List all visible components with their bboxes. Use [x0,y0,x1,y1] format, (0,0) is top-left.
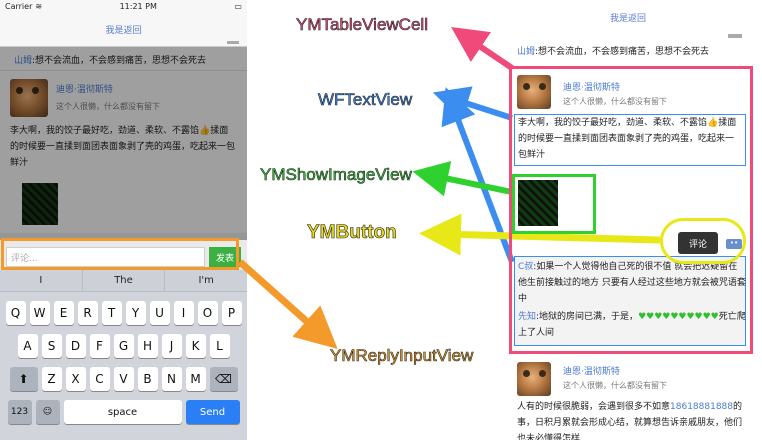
label-show-image-view: YMShowImageView [260,165,412,185]
phone-link[interactable]: 18618881888 [670,402,733,412]
nav-indicator [728,34,742,38]
comment-text: :想不会流血，不会感到痛苦，思想不会死去 [535,47,710,57]
avatar[interactable] [517,362,551,396]
post-text: 人有的时候很脆弱，会遇到很多不如意18618881888的事，日积月累就会形成心… [517,399,749,440]
user-signature: 这个人很懒，什么都没有留下 [563,381,667,390]
label-table-view-cell: YMTableViewCell [296,15,429,35]
label-text-view: WFTextView [318,90,413,110]
arrow-reply [237,259,338,349]
label-reply-input-view: YMReplyInputView [330,346,474,366]
arrow-imageview [412,161,513,197]
cell-highlight [509,66,753,354]
top-comment[interactable]: 山姆:想不会流血，不会感到痛苦，思想不会死去 [517,44,709,57]
label-button: YMButton [307,222,397,244]
right-preview: 我是返回 山姆:想不会流血，不会感到痛苦，思想不会死去 迪恩·温彻斯特 这个人很… [508,0,762,440]
comment-author[interactable]: 山姆 [517,47,535,57]
arrow-cell [451,26,514,71]
post-text-part: 人有的时候很脆弱，会遇到很多不如意 [517,402,671,412]
user-name[interactable]: 迪恩·温彻斯特 [563,364,620,377]
back-button[interactable]: 我是返回 [508,11,748,24]
